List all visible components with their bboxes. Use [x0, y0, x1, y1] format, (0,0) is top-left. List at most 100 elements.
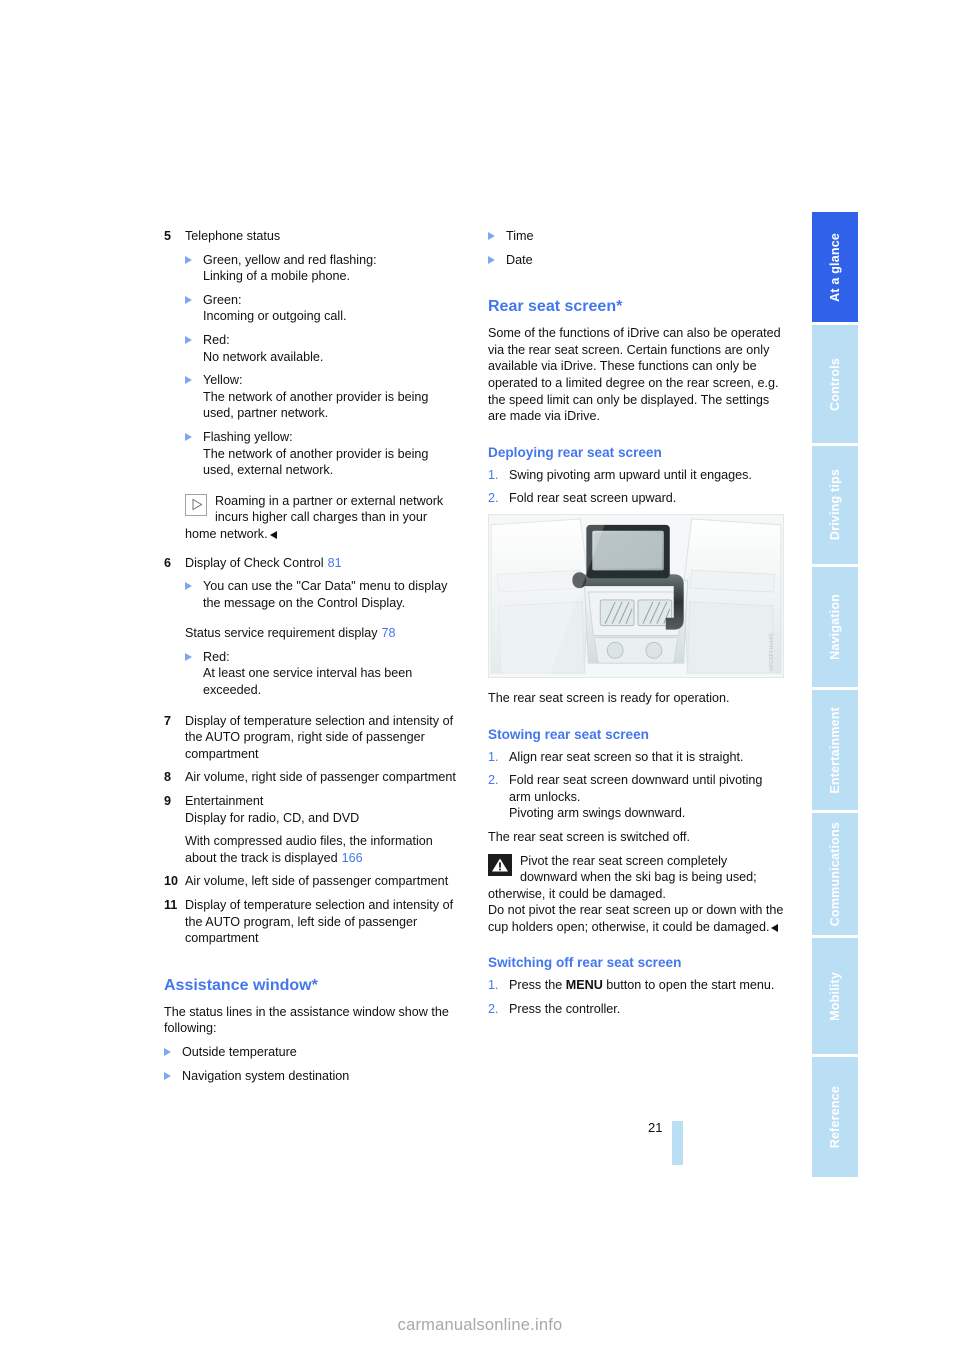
page-reference[interactable]: 166 — [338, 851, 363, 865]
assistance-window-bullets-continued: Time Date — [488, 228, 786, 268]
list-item-text: Time — [506, 229, 534, 243]
step: 1. Swing pivoting arm upward until it en… — [488, 467, 786, 484]
stowing-heading: Stowing rear seat screen — [488, 726, 649, 742]
legend-title: Display of temperature selection and int… — [185, 898, 454, 946]
list-item-text: Red: No network available. — [203, 332, 324, 364]
legend-number: 6 — [164, 555, 172, 570]
legend-title: Display of Check Control 81 — [185, 555, 462, 572]
step: 2. Fold rear seat screen downward until … — [488, 772, 786, 822]
chapter-tab-rail: At a glance Controls Driving tips Naviga… — [812, 212, 858, 1177]
compressed-audio-note: With compressed audio files, the informa… — [164, 833, 462, 866]
list-item: Flashing yellow: The network of another … — [164, 429, 462, 479]
service-status-bullets: Red: At least one service interval has b… — [164, 649, 462, 699]
list-item-text: Outside temperature — [182, 1044, 297, 1059]
tab-reference[interactable]: Reference — [812, 1057, 858, 1177]
legend-item-10: 10 Air volume, left side of passenger co… — [164, 873, 462, 890]
assistance-window-heading: Assistance window* — [164, 976, 318, 994]
triangle-bullet-icon — [185, 292, 203, 325]
step-number: 2. — [488, 1002, 499, 1017]
list-item: You can use the "Car Data" menu to displ… — [164, 578, 462, 611]
step-text-post: button to open the start menu. — [602, 978, 775, 993]
rear-seat-screen-heading: Rear seat screen* — [488, 298, 623, 316]
tab-mobility[interactable]: Mobility — [812, 938, 858, 1054]
list-item-text: Date — [506, 252, 533, 267]
step-text: Press the MENU button to open the start … — [509, 977, 786, 994]
list-item: Red: No network available. — [164, 332, 462, 365]
status-service-line: Status service requirement display 78 — [164, 625, 462, 642]
triangle-bullet-icon — [185, 332, 203, 365]
note-end-arrow-icon — [771, 923, 779, 932]
list-item: Outside temperature — [164, 1044, 462, 1061]
triangle-bullet-icon — [185, 578, 203, 611]
list-item: Green: Incoming or outgoing call. — [164, 292, 462, 325]
step-text-pre: Press the — [509, 978, 566, 993]
list-item-text: Red: At least one service interval has b… — [203, 649, 413, 698]
tab-driving-tips[interactable]: Driving tips — [812, 446, 858, 564]
tab-label: Controls — [828, 357, 842, 411]
list-item-text: Navigation system destination — [182, 1068, 350, 1083]
legend-number: 11 — [164, 898, 178, 912]
warning-note: Pivot the rear seat screen completely do… — [488, 853, 786, 936]
tab-label: Entertainment — [828, 706, 842, 794]
list-item: Red: At least one service interval has b… — [164, 649, 462, 699]
legend-item-6: 6 Display of Check Control 81 — [164, 555, 462, 572]
triangle-bullet-icon — [164, 1068, 182, 1085]
assistance-window-bullets: Outside temperature Navigation system de… — [164, 1044, 462, 1084]
list-item: Navigation system destination — [164, 1068, 462, 1085]
legend-number: 7 — [164, 713, 172, 728]
check-control-bullets: You can use the "Car Data" menu to displ… — [164, 578, 462, 611]
warning-text-1: Pivot the rear seat screen completely do… — [488, 853, 757, 901]
tab-at-a-glance[interactable]: At a glance — [812, 212, 858, 322]
legend-item-7: 7 Display of temperature selection and i… — [164, 713, 462, 763]
switching-off-heading: Switching off rear seat screen — [488, 955, 682, 971]
list-item-text: Yellow: The network of another provider … — [203, 373, 429, 421]
list-item: Green, yellow and red flashing: Linking … — [164, 252, 462, 285]
tab-navigation[interactable]: Navigation — [812, 567, 858, 687]
left-text-column: 5 Telephone status Green, yellow and red… — [164, 228, 462, 1091]
rear-seat-screen-figure: VPC5P1HIA4S — [488, 513, 784, 678]
tab-controls[interactable]: Controls — [812, 325, 858, 443]
menu-button-label[interactable]: MENU — [566, 978, 603, 992]
tab-communications[interactable]: Communications — [812, 813, 858, 935]
tab-label: Driving tips — [828, 469, 842, 541]
list-item: Time — [488, 228, 786, 245]
step-text: Fold rear seat screen upward. — [509, 491, 677, 506]
legend-item-5: 5 Telephone status — [164, 228, 462, 245]
deploying-after-text: The rear seat screen is ready for operat… — [488, 690, 730, 705]
legend-number: 8 — [164, 770, 172, 785]
legend-item-8: 8 Air volume, right side of passenger co… — [164, 769, 462, 786]
roaming-triangle-icon — [185, 493, 207, 516]
triangle-bullet-icon — [185, 649, 203, 699]
right-text-column: Time Date Rear seat screen* Some of the … — [488, 228, 786, 1025]
legend-line-2: Display for radio, CD, and DVD — [185, 810, 360, 825]
step-number: 2. — [488, 773, 499, 788]
triangle-bullet-icon — [185, 429, 203, 479]
page-marker-bar — [672, 1121, 684, 1165]
page-footer: 21 — [648, 1121, 768, 1165]
status-service-text: Status service requirement display — [185, 626, 378, 641]
triangle-bullet-icon — [164, 1044, 182, 1061]
list-item-text: Green, yellow and red flashing: Linking … — [203, 252, 377, 284]
figure-credit: VPC5P1HIA4S — [769, 632, 776, 671]
tab-label: Navigation — [828, 594, 842, 660]
legend-item-11: 11 Display of temperature selection and … — [164, 897, 462, 947]
page-reference[interactable]: 78 — [378, 626, 396, 640]
legend-title-text: Display of Check Control — [185, 555, 324, 570]
triangle-bullet-icon — [488, 228, 506, 245]
legend-number: 9 — [164, 794, 172, 809]
tab-entertainment[interactable]: Entertainment — [812, 690, 858, 810]
step-number: 1. — [488, 467, 499, 482]
note-end-arrow-icon — [269, 530, 277, 539]
compressed-audio-text: With compressed audio files, the informa… — [185, 834, 433, 865]
step-number: 2. — [488, 491, 499, 506]
step: 1. Align rear seat screen so that it is … — [488, 749, 786, 766]
legend-number: 5 — [164, 229, 172, 243]
legend-title: Display of temperature selection and int… — [185, 713, 454, 761]
list-item-text: You can use the "Car Data" menu to displ… — [203, 579, 448, 610]
legend-title: Entertainment Display for radio, CD, and… — [185, 793, 462, 826]
deploying-heading: Deploying rear seat screen — [488, 444, 662, 460]
step: 2. Press the controller. — [488, 1001, 786, 1018]
step-text: Press the controller. — [509, 1002, 621, 1017]
stowing-after-text: The rear seat screen is switched off. — [488, 829, 691, 844]
page-reference[interactable]: 81 — [324, 556, 342, 570]
